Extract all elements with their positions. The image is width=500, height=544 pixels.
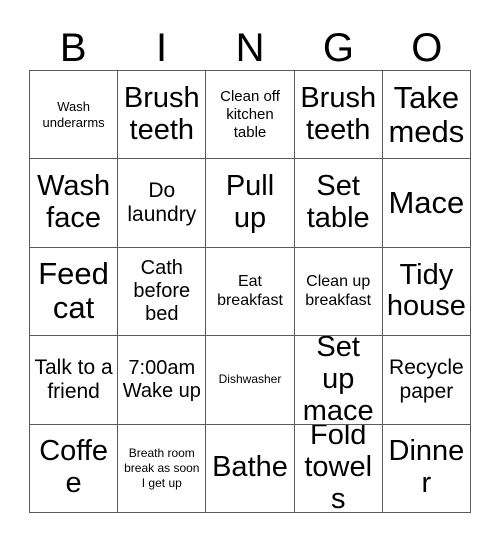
- bingo-cell[interactable]: Fold towels: [294, 424, 383, 513]
- bingo-cell-label: Feed cat: [38, 256, 109, 326]
- bingo-cell-label: 7:00am Wake up: [122, 356, 201, 402]
- bingo-cell[interactable]: 7:00am Wake up: [118, 336, 207, 425]
- bingo-cell-label: Clean off kitchen table: [220, 87, 280, 141]
- bingo-cell-label: Coffee: [39, 435, 108, 500]
- bingo-cell-label: Mace: [388, 185, 465, 221]
- bingo-cell[interactable]: Take meds: [382, 71, 471, 160]
- bingo-cell-label: Dinner: [388, 435, 465, 500]
- bingo-cell[interactable]: Feed cat: [30, 247, 119, 337]
- bingo-header: B I N G O: [29, 14, 471, 70]
- bingo-cell-label: Wash underarms: [42, 99, 105, 130]
- bingo-cell-label: Do laundry: [127, 178, 197, 227]
- bingo-cell-label: Dishwasher: [218, 372, 282, 387]
- bingo-cell[interactable]: Coffee: [30, 424, 119, 513]
- bingo-cell[interactable]: Do laundry: [118, 159, 207, 248]
- bingo-cell[interactable]: Wash underarms: [30, 71, 119, 160]
- bingo-card: B I N G O Wash underarms Brush teeth Clean…: [0, 0, 500, 544]
- bingo-cell-label: Brush teeth: [123, 81, 200, 146]
- bingo-cell[interactable]: Talk to a friend: [30, 336, 119, 425]
- bingo-cell-label: Recycle paper: [389, 355, 464, 403]
- bingo-cell[interactable]: Recycle paper: [382, 336, 471, 425]
- bingo-cell-label: Pull up: [225, 170, 275, 235]
- bingo-cell[interactable]: Set table: [294, 159, 383, 248]
- bingo-cell[interactable]: Dinner: [382, 424, 471, 513]
- bingo-cell[interactable]: Mace: [382, 159, 471, 248]
- bingo-cell[interactable]: Breath room break as soon I get up: [118, 424, 207, 513]
- bingo-cell-label: Breath room break as soon I get up: [124, 445, 200, 490]
- bingo-cell[interactable]: Bathe: [206, 424, 295, 513]
- bingo-cell-label: Tidy house: [386, 258, 466, 323]
- bingo-cell[interactable]: Cath before bed: [118, 247, 207, 337]
- bingo-cell-label: Talk to a friend: [34, 355, 113, 403]
- bingo-cell[interactable]: Clean up breakfast: [294, 247, 383, 337]
- bingo-cell-label: Cath before bed: [133, 256, 191, 325]
- bingo-cell[interactable]: Eat breakfast: [206, 247, 295, 337]
- bingo-cell[interactable]: Tidy house: [382, 247, 471, 337]
- bingo-cell-label: Clean up breakfast: [305, 273, 372, 310]
- bingo-cell-label: Wash face: [37, 170, 111, 235]
- bingo-cell[interactable]: Pull up: [206, 159, 295, 248]
- bingo-header-letter-g: G: [322, 26, 354, 70]
- bingo-cell-label: Bathe: [212, 451, 288, 484]
- bingo-cell[interactable]: Brush teeth: [294, 71, 383, 160]
- bingo-header-letter-n: N: [235, 26, 265, 70]
- bingo-cell[interactable]: Wash face: [30, 159, 119, 248]
- bingo-cell[interactable]: Dishwasher: [206, 336, 295, 425]
- bingo-cell-label: Brush teeth: [300, 81, 377, 146]
- bingo-header-letter-i: I: [156, 26, 168, 70]
- bingo-header-letter-b: B: [59, 26, 87, 70]
- bingo-cell-label: Set up mace: [302, 336, 374, 425]
- bingo-cell-label: Fold towels: [304, 424, 373, 513]
- bingo-cell-label: Eat breakfast: [217, 273, 283, 310]
- bingo-cell[interactable]: Clean off kitchen table: [206, 71, 295, 160]
- bingo-cell[interactable]: Set up mace: [294, 336, 383, 425]
- bingo-cell-label: Set table: [306, 170, 370, 235]
- bingo-cell-label: Take meds: [388, 79, 465, 149]
- bingo-header-letter-o: O: [411, 26, 443, 70]
- bingo-grid: Wash underarms Brush teeth Clean off kitch…: [29, 70, 471, 513]
- bingo-cell[interactable]: Brush teeth: [118, 71, 207, 160]
